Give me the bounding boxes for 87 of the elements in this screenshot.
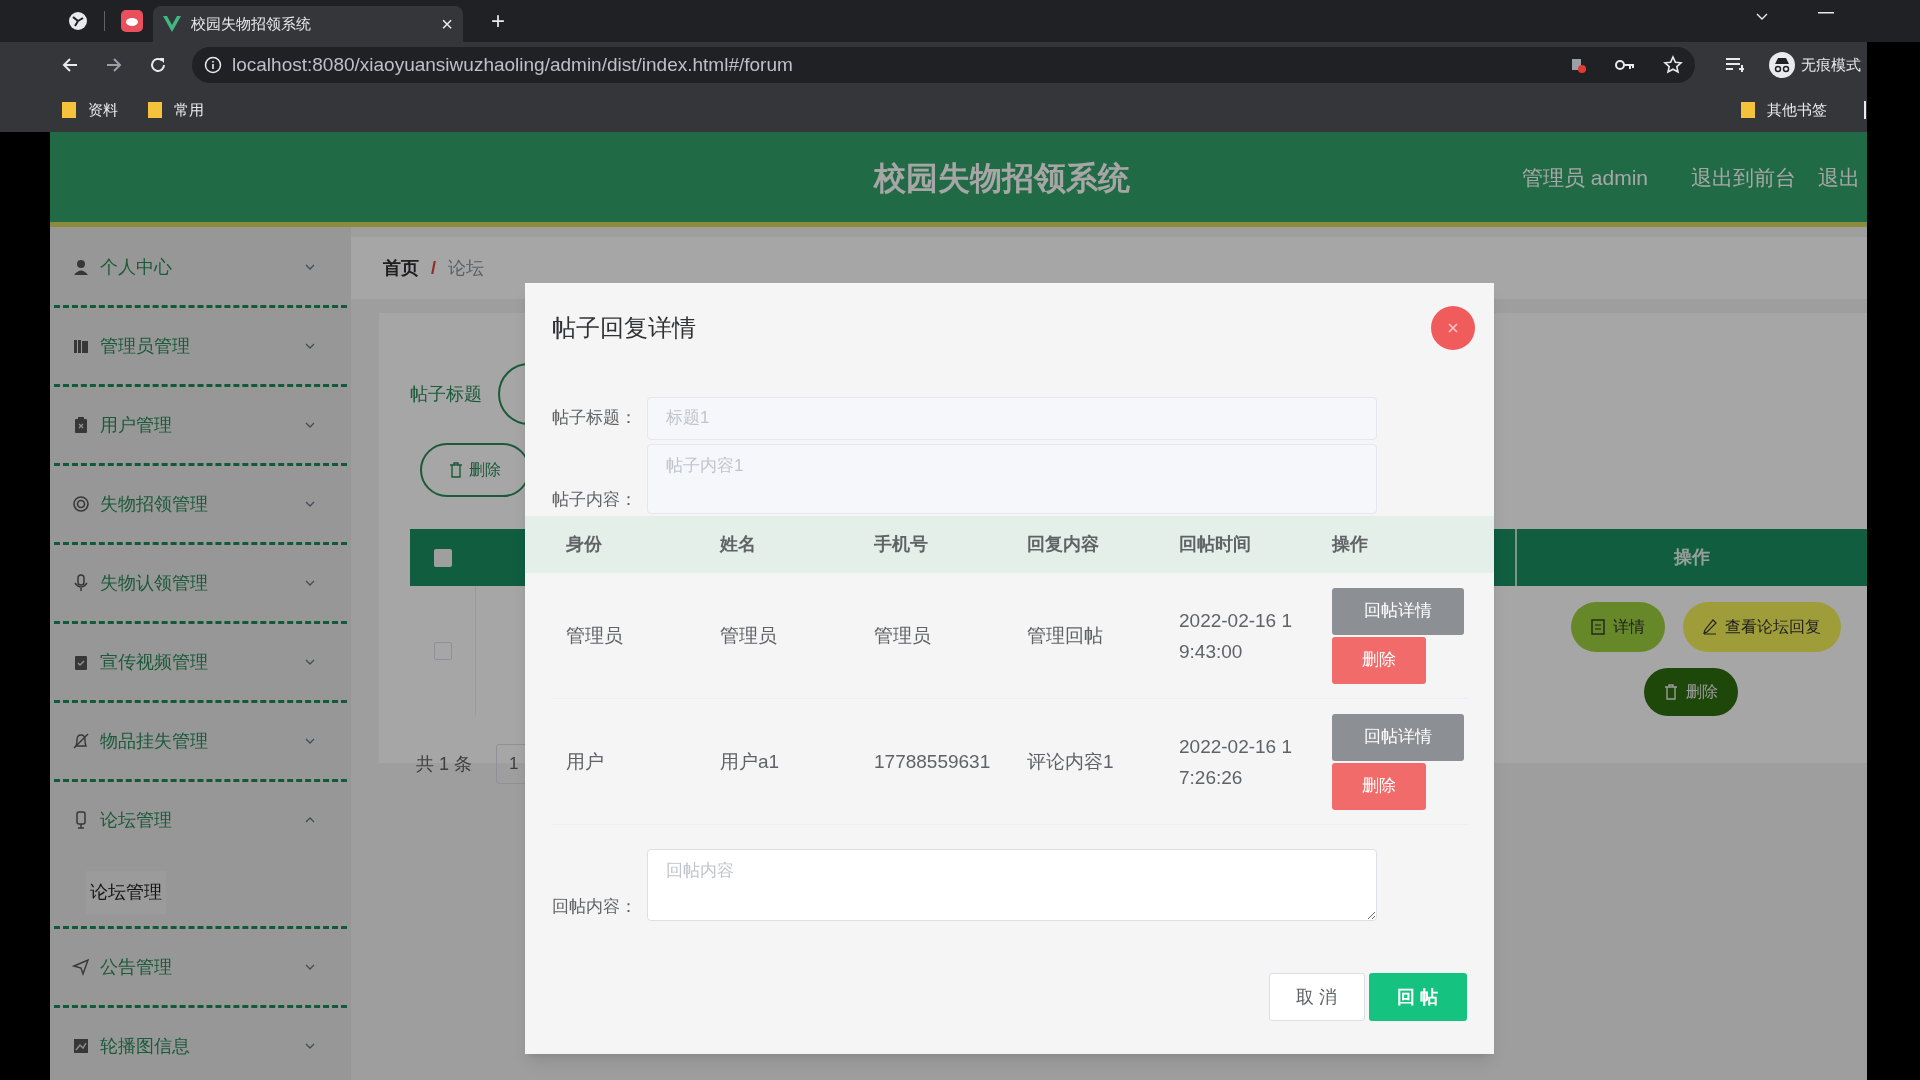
sidebar-item[interactable]: 宣传视频管理 [50,624,351,700]
reply-button[interactable]: 回 帖 [1369,973,1467,1021]
breadcrumb-current: 论坛 [448,256,484,280]
incognito-profile[interactable]: 无痕模式 [1769,52,1867,78]
table-cell-text: 用户a1 [720,750,781,774]
lifebuoy-icon [72,495,90,513]
address-bar[interactable]: localhost:8080/xiaoyuansiwuzhaoling/admin/dist/index.html#/forum [192,47,1695,83]
close-tab-button[interactable]: × [441,9,453,39]
detail-button[interactable]: 详情 [1571,602,1665,652]
column-header: 操作 [1332,534,1368,554]
table-cell-text: 管理员 [720,624,778,648]
reload-icon[interactable] [148,55,168,75]
column-header: 回帖时间 [1179,534,1251,554]
bookmark[interactable]: 常用 [148,98,204,122]
submenu-item[interactable]: 论坛管理 [86,870,166,914]
delete-button[interactable]: 删除 [1332,762,1426,810]
reply-detail-button[interactable]: 回帖详情 [1332,587,1464,635]
sidebar-item[interactable]: 管理员管理 [50,308,351,384]
breadcrumb-separator: / [431,256,436,280]
clipboard-icon [72,416,90,434]
field-label: 回帖内容： [552,895,638,918]
view-replies-button[interactable]: 查看论坛回复 [1683,602,1841,652]
table-cell-text: 管理员 [874,624,932,648]
header-link[interactable]: 退出 [1818,162,1860,194]
field-label: 帖子标题： [552,407,638,430]
cancel-button[interactable]: 取 消 [1269,973,1365,1021]
person-icon [72,258,90,276]
delete-button[interactable]: 删除 [1644,668,1738,716]
folder-icon [62,102,76,118]
blocked-popup-icon[interactable] [1569,56,1587,74]
sidebar-item[interactable]: 公告管理 [50,929,351,1005]
header-link[interactable]: 退出到前台 [1691,162,1796,194]
send-icon [72,958,90,976]
column-header: 回复内容 [1027,534,1099,554]
incognito-icon [1769,52,1795,78]
bookmark[interactable]: 资料 [62,98,118,122]
folder-icon [1741,102,1755,118]
v-logo-icon [163,16,181,32]
microphone-icon [72,574,90,592]
total-count: 共 1 条 [416,752,472,776]
key-icon[interactable] [1615,59,1635,71]
folder-icon [148,102,162,118]
reading-list-icon[interactable] [1725,57,1745,73]
search-label: 帖子标题 [410,382,482,406]
minimize-icon[interactable] [1818,12,1834,14]
table-cell-text: 管理回帖 [1027,624,1104,648]
breadcrumb-link[interactable]: 首页 [383,254,419,282]
bell-off-icon [72,732,90,750]
close-icon[interactable] [1431,306,1475,350]
checkbox[interactable] [434,548,452,567]
trash-icon [449,462,463,478]
sidebar-item[interactable]: 个人中心 [50,229,351,305]
table-cell-text: 2022-02-16 17:26:26 [1179,734,1294,790]
site-icon[interactable] [121,10,143,32]
delete-button[interactable]: 删除 [1332,636,1426,684]
table-cell-text: 管理员 [566,624,624,648]
browser-tab[interactable]: 校园失物招领系统 × [153,6,463,42]
field-label: 帖子内容： [552,488,638,511]
bookmark[interactable]: 其他书签 [1741,98,1827,122]
pencil-icon [1703,619,1717,635]
column-header: 姓名 [720,534,756,554]
reply-text-area[interactable]: 回帖内容 [647,849,1377,921]
user-label: 管理员 admin [1522,165,1649,191]
column-header: 操作 [1674,546,1710,569]
reply-detail-button[interactable]: 回帖详情 [1332,713,1464,761]
sidebar-item[interactable]: 论坛管理 [50,782,351,858]
dialog-title: 帖子回复详情 [552,313,696,343]
info-icon [204,56,222,74]
column-header: 手机号 [874,534,928,554]
table-cell-text: 用户 [566,750,605,774]
chart-icon [72,1037,90,1055]
table-cell-text: 评论内容1 [1027,750,1115,774]
sidebar-item[interactable]: 物品挂失管理 [50,703,351,779]
trash-icon [1664,684,1678,700]
sidebar-item[interactable]: 失物认领管理 [50,545,351,621]
checklist-icon [72,653,90,671]
table-cell-text: 17788559631 [874,750,992,774]
column-header: 身份 [566,534,602,554]
bookshelf-icon [72,337,90,355]
table-cell-text: 2022-02-16 19:43:00 [1179,608,1294,664]
app-title: 校园失物招领系统 [874,159,1130,198]
sidebar-item[interactable]: 轮播图信息 [50,1008,351,1080]
sidebar-item[interactable]: 用户管理 [50,387,351,463]
star-icon[interactable] [1663,55,1683,75]
document-icon [1591,619,1605,635]
new-tab-button[interactable]: + [491,3,505,39]
sidebar-item[interactable]: 失物招领管理 [50,466,351,542]
